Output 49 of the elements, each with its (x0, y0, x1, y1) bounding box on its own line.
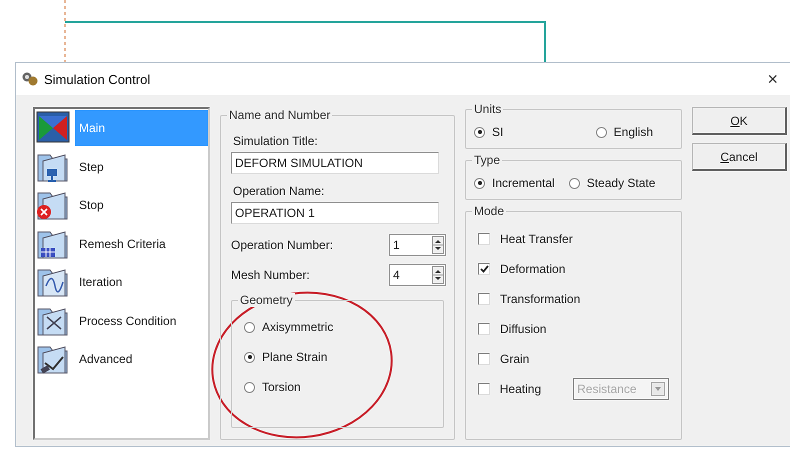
checkbox-label[interactable]: Grain (500, 352, 530, 366)
dialog-button[interactable]: Cancel (692, 143, 787, 171)
sidebar-item[interactable]: Iteration (75, 272, 126, 292)
text-field[interactable]: DEFORM SIMULATION (231, 152, 439, 174)
radio-label[interactable]: Torsion (262, 380, 301, 394)
radio-label[interactable]: Incremental (492, 176, 555, 190)
radio-button[interactable] (474, 126, 485, 138)
radio-button[interactable] (568, 178, 580, 188)
dialog-button[interactable]: OK (692, 107, 787, 135)
checkbox[interactable] (478, 233, 490, 245)
checkbox-label[interactable]: Transformation (500, 292, 580, 306)
checkbox-label[interactable]: Diffusion (500, 322, 546, 336)
checkbox[interactable] (478, 263, 490, 275)
text-field[interactable]: OPERATION 1 (231, 202, 439, 224)
spin-arrows-icon (432, 266, 444, 284)
checkbox-label[interactable]: Heating (500, 382, 542, 396)
group-title: Type (472, 153, 502, 167)
checkbox-label[interactable]: Deformation (500, 262, 566, 276)
field-label: Operation Name: (233, 184, 326, 198)
sidebar-item[interactable]: Stop (75, 195, 108, 216)
sidebar-item[interactable]: Step (75, 156, 108, 177)
group-title: Mode (472, 204, 506, 218)
checkbox[interactable] (478, 293, 490, 305)
field-label: Simulation Title: (233, 134, 319, 148)
radio-label[interactable]: SI (492, 125, 504, 139)
group-title: Units (472, 102, 504, 116)
radio-label[interactable]: Axisymmetric (262, 320, 334, 334)
radio-button[interactable] (244, 322, 255, 332)
radio-button[interactable] (596, 126, 607, 138)
radio-button[interactable] (244, 352, 255, 362)
sidebar-item[interactable]: Remesh Criteria (75, 234, 170, 254)
checkbox[interactable] (478, 383, 490, 395)
close-button[interactable]: × (763, 68, 782, 90)
spin-arrows-icon (432, 236, 444, 254)
radio-button[interactable] (474, 178, 485, 188)
group-title: Name and Number (227, 108, 332, 122)
sidebar-item[interactable]: Process Condition (75, 310, 180, 331)
radio-label[interactable]: Steady State (586, 176, 656, 190)
group-title: Geometry (238, 293, 295, 307)
radio-label[interactable]: English (614, 125, 653, 139)
checkbox[interactable] (478, 353, 490, 365)
radio-label[interactable]: Plane Strain (262, 350, 328, 364)
window-title: Simulation Control (44, 72, 152, 86)
checkbox-label[interactable]: Heat Transfer (500, 232, 573, 246)
checkbox[interactable] (478, 323, 490, 335)
field-label: Operation Number: (231, 238, 334, 252)
sidebar-item[interactable]: Advanced (75, 349, 136, 370)
radio-button[interactable] (244, 382, 255, 392)
field-label: Mesh Number: (231, 268, 310, 282)
